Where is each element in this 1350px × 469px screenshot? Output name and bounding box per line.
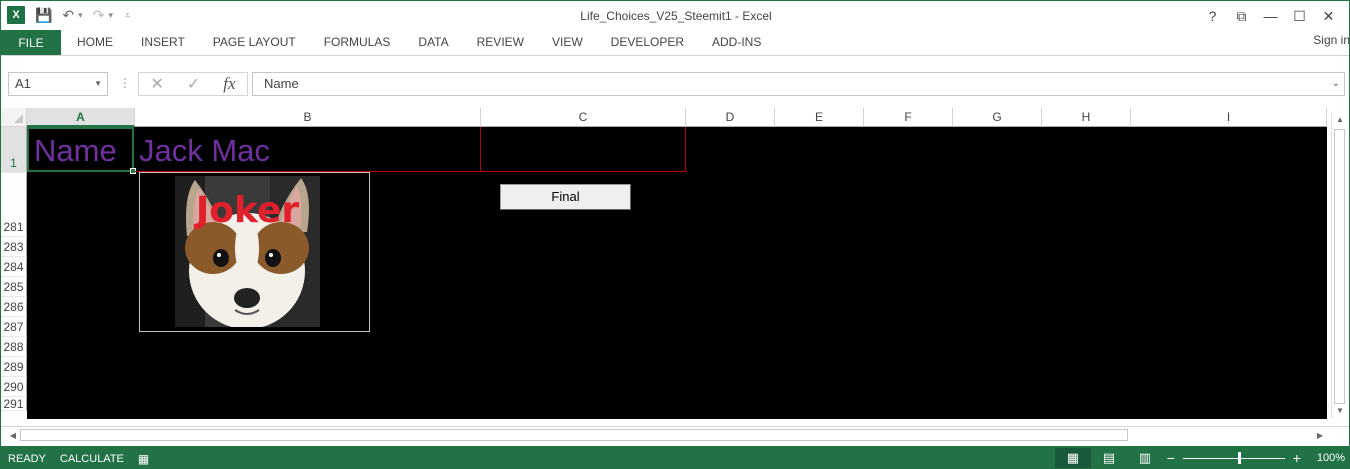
select-all-button[interactable]	[1, 108, 27, 127]
ribbon-tabs: FILE HOME INSERT PAGE LAYOUT FORMULAS DA…	[1, 30, 1349, 56]
help-button[interactable]: ?	[1198, 5, 1227, 27]
tab-insert[interactable]: INSERT	[127, 30, 199, 55]
tab-review[interactable]: REVIEW	[463, 30, 538, 55]
picture-frame[interactable]: Joker	[139, 172, 370, 332]
scroll-right-icon[interactable]: ▶	[1313, 428, 1327, 443]
final-button[interactable]: Final	[500, 184, 631, 210]
excel-window: X 💾 ↶ ▾ ↷ ▾ ⩡ Life_Choices_V25_Steemit1 …	[0, 0, 1350, 469]
insert-function-icon[interactable]: fx	[223, 74, 235, 94]
close-button[interactable]: ✕	[1314, 5, 1343, 27]
normal-view-icon[interactable]: ▦	[1054, 448, 1091, 468]
formula-bar-grip-icon[interactable]: ⋮	[119, 76, 131, 90]
column-header-c[interactable]: C	[481, 108, 686, 127]
name-box-value: A1	[15, 76, 31, 91]
row-header-287[interactable]: 287	[1, 317, 27, 337]
row-header-288[interactable]: 288	[1, 337, 27, 357]
row-header-284[interactable]: 284	[1, 257, 27, 277]
tab-data[interactable]: DATA	[404, 30, 462, 55]
dog-picture[interactable]: Joker	[175, 176, 320, 327]
status-right: ▦ ▤ ▥ − + 100%	[1054, 448, 1345, 468]
sign-in-link[interactable]: Sign in	[1313, 33, 1349, 47]
tab-home[interactable]: HOME	[63, 30, 127, 55]
zoom-level[interactable]: 100%	[1317, 452, 1345, 464]
page-break-preview-icon[interactable]: ▥	[1127, 448, 1163, 468]
column-header-i[interactable]: I	[1131, 108, 1327, 127]
zoom-slider[interactable]	[1182, 451, 1285, 464]
tab-developer[interactable]: DEVELOPER	[597, 30, 698, 55]
column-header-f[interactable]: F	[864, 108, 953, 127]
scroll-down-icon[interactable]: ▼	[1332, 404, 1348, 418]
scroll-up-icon[interactable]: ▲	[1332, 113, 1348, 127]
row-headers: 1 281 283 284 285 286 287 288 289 290 29…	[1, 127, 27, 411]
cell-c1[interactable]	[481, 127, 686, 172]
ribbon-display-options-button[interactable]: ⧉	[1227, 5, 1256, 27]
page-layout-view-icon[interactable]: ▤	[1091, 448, 1127, 468]
picture-caption: Joker	[195, 190, 300, 231]
expand-formula-bar-icon[interactable]: ⌄	[1332, 73, 1340, 95]
horizontal-scrollbar[interactable]: ◀ ▶	[1, 426, 1349, 444]
cancel-icon[interactable]: ✕	[150, 74, 163, 94]
row-header-1[interactable]: 1	[1, 127, 27, 173]
formula-content: Name	[264, 76, 299, 91]
column-header-d[interactable]: D	[686, 108, 775, 127]
row-header-285[interactable]: 285	[1, 277, 27, 297]
row-header-289[interactable]: 289	[1, 357, 27, 377]
status-bar: READY CALCULATE ▦ ▦ ▤ ▥ − + 100%	[1, 446, 1349, 468]
horizontal-scroll-thumb[interactable]	[20, 429, 1128, 441]
tab-formulas[interactable]: FORMULAS	[310, 30, 405, 55]
row-header-283[interactable]: 283	[1, 237, 27, 257]
column-header-g[interactable]: G	[953, 108, 1042, 127]
vertical-scroll-thumb[interactable]	[1334, 129, 1345, 404]
zoom-slider-thumb[interactable]	[1237, 451, 1241, 464]
macro-recording-icon[interactable]: ▦	[138, 452, 149, 466]
window-controls: ? ⧉ — ☐ ✕	[1198, 5, 1343, 27]
cell-area[interactable]: Name Jack Mac Joker Final	[27, 127, 1327, 419]
tab-list: HOME INSERT PAGE LAYOUT FORMULAS DATA RE…	[63, 30, 775, 55]
zoom-out-icon[interactable]: −	[1163, 450, 1179, 466]
title-bar: X 💾 ↶ ▾ ↷ ▾ ⩡ Life_Choices_V25_Steemit1 …	[1, 1, 1349, 31]
status-left: READY CALCULATE ▦	[8, 452, 149, 466]
tab-view[interactable]: VIEW	[538, 30, 597, 55]
name-box[interactable]: A1 ▼	[8, 72, 108, 96]
status-calculate[interactable]: CALCULATE	[60, 453, 124, 465]
column-header-a[interactable]: A	[27, 108, 135, 127]
row-header-286[interactable]: 286	[1, 297, 27, 317]
maximize-button[interactable]: ☐	[1285, 5, 1314, 27]
column-header-h[interactable]: H	[1042, 108, 1131, 127]
tab-add-ins[interactable]: ADD-INS	[698, 30, 775, 55]
column-header-e[interactable]: E	[775, 108, 864, 127]
formula-bar-buttons: ✕ ✓ fx	[138, 72, 248, 96]
row-header-291[interactable]: 291	[1, 397, 27, 411]
worksheet-grid: A B C D E F G H I 1 281 283 284 285 286 …	[1, 108, 1349, 426]
chevron-down-icon[interactable]: ▼	[94, 73, 102, 95]
column-header-b[interactable]: B	[135, 108, 481, 127]
zoom-in-icon[interactable]: +	[1289, 450, 1305, 466]
enter-check-icon[interactable]: ✓	[187, 74, 200, 94]
vertical-scrollbar[interactable]: ▲ ▼	[1331, 113, 1347, 418]
cell-b1[interactable]: Jack Mac	[135, 127, 481, 172]
cell-a1[interactable]: Name	[27, 127, 134, 172]
column-headers: A B C D E F G H I	[27, 108, 1327, 127]
tab-page-layout[interactable]: PAGE LAYOUT	[199, 30, 310, 55]
scroll-left-icon[interactable]: ◀	[6, 428, 20, 443]
formula-bar: A1 ▼ ⋮ ✕ ✓ fx Name ⌄	[1, 56, 1349, 108]
formula-input[interactable]: Name ⌄	[252, 72, 1345, 96]
status-ready: READY	[8, 453, 46, 465]
row-header-281[interactable]: 281	[1, 173, 27, 237]
minimize-button[interactable]: —	[1256, 5, 1285, 27]
tab-file[interactable]: FILE	[1, 30, 61, 55]
row-header-290[interactable]: 290	[1, 377, 27, 397]
window-title: Life_Choices_V25_Steemit1 - Excel	[580, 9, 772, 23]
